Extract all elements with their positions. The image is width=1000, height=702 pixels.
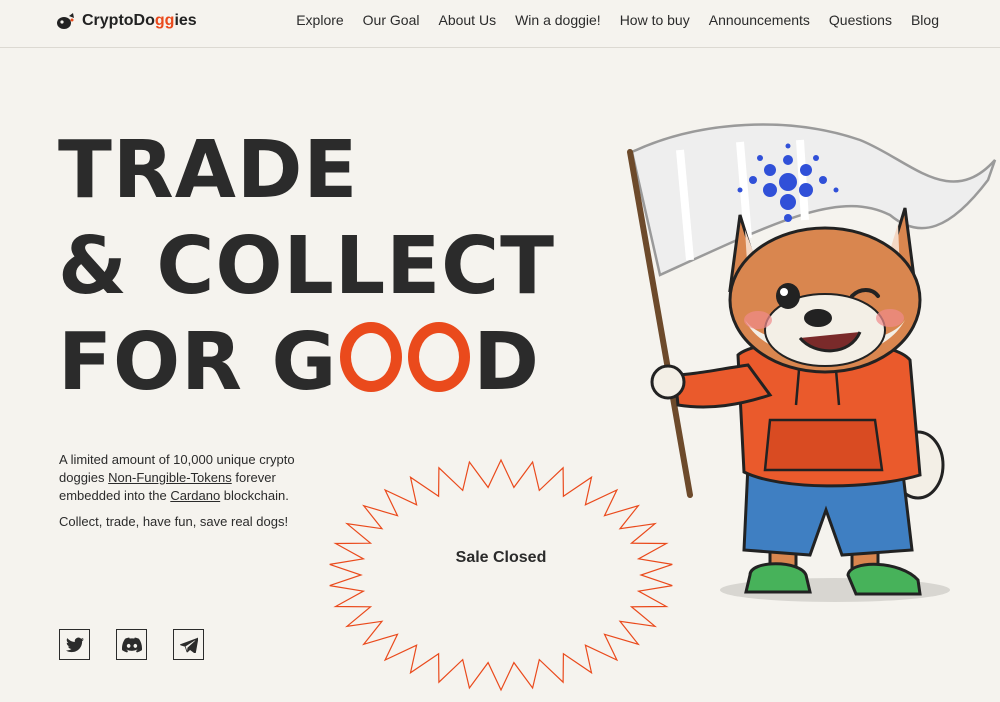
nav-blog[interactable]: Blog — [911, 12, 939, 28]
telegram-icon — [179, 637, 198, 653]
cardano-link[interactable]: Cardano — [170, 488, 220, 503]
nav-questions[interactable]: Questions — [829, 12, 892, 28]
hero-line-3: FOR GD — [58, 316, 540, 408]
brand-logo[interactable]: CryptoDoggies — [56, 9, 197, 33]
hero-line-2: & COLLECT — [58, 220, 556, 312]
nav-how-to-buy[interactable]: How to buy — [620, 12, 690, 28]
nft-link[interactable]: Non-Fungible-Tokens — [108, 470, 232, 485]
shiba-mascot-illustration — [627, 123, 997, 602]
logo-icon — [57, 13, 74, 29]
discord-button[interactable] — [116, 629, 147, 660]
nav-explore[interactable]: Explore — [296, 12, 343, 28]
nav-our-goal[interactable]: Our Goal — [363, 12, 420, 28]
twitter-icon — [65, 637, 84, 652]
hero-line-1: TRADE — [58, 124, 359, 216]
nav-win-a-doggie[interactable]: Win a doggie! — [515, 12, 601, 28]
nav-links: Explore Our Goal About Us Win a doggie! … — [296, 12, 939, 28]
twitter-button[interactable] — [59, 629, 90, 660]
project-description: A limited amount of 10,000 unique crypto… — [59, 451, 327, 531]
nav-announcements[interactable]: Announcements — [709, 12, 810, 28]
brand-name: CryptoDoggies — [82, 12, 197, 29]
nav-about-us[interactable]: About Us — [438, 12, 496, 28]
hero-title: TRADE & COLLECT FOR GD — [58, 122, 555, 410]
tagline: Collect, trade, have fun, save real dogs… — [59, 514, 289, 529]
top-navigation: CryptoDoggies Explore Our Goal About Us … — [0, 0, 1000, 48]
discord-icon — [121, 637, 142, 652]
orange-o-ring-2 — [408, 322, 471, 392]
social-links — [59, 629, 204, 660]
description-paragraph: A limited amount of 10,000 unique crypto… — [59, 452, 295, 503]
telegram-button[interactable] — [173, 629, 204, 660]
orange-o-ring-1 — [340, 322, 403, 392]
